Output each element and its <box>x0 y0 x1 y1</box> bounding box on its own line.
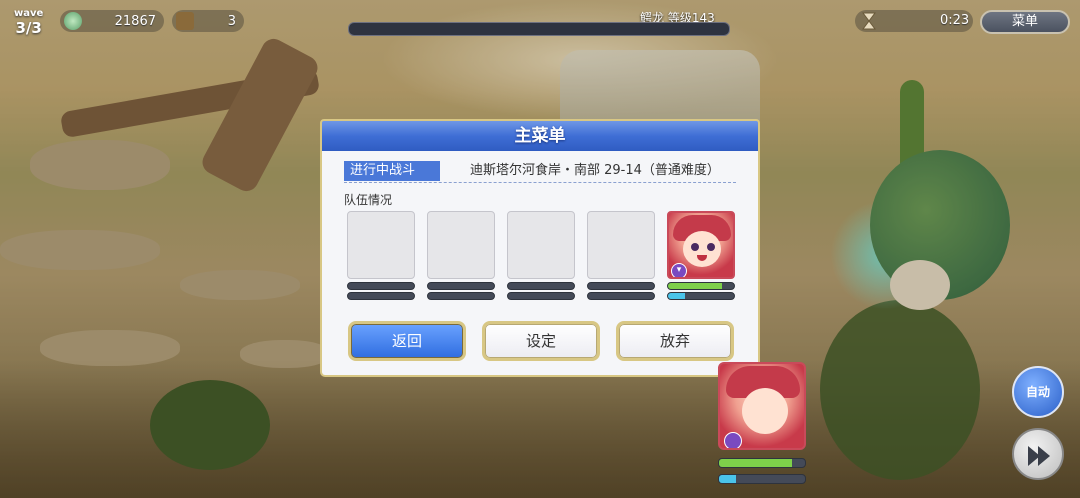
portrait-tp-bar <box>718 474 806 484</box>
hourglass-icon <box>862 12 876 30</box>
fast-forward-button[interactable] <box>1012 428 1064 480</box>
role-badge-icon <box>724 432 742 448</box>
team-slot-empty <box>587 211 655 279</box>
currency-value: 21867 <box>114 13 156 29</box>
character-eye <box>707 243 715 251</box>
battle-in-progress-tag: 进行中战斗 <box>344 161 440 181</box>
chest-icon <box>176 12 194 30</box>
character-portrait[interactable] <box>718 362 806 450</box>
tp-bar <box>347 292 415 300</box>
tp-bar <box>587 292 655 300</box>
wave-indicator: wave 3/3 <box>14 8 43 37</box>
main-menu-dialog: 主菜单 进行中战斗 迪斯塔尔河食岸・南部 29-14（普通难度） 队伍情况 ▾ <box>320 119 760 377</box>
character-face <box>742 388 788 434</box>
item-count: 3 <box>227 13 236 29</box>
hp-bar <box>427 282 495 290</box>
team-slot-empty <box>347 211 415 279</box>
wave-value: 3/3 <box>15 19 42 37</box>
tp-bar-fill <box>668 293 685 299</box>
tp-bar <box>427 292 495 300</box>
wave-label: wave <box>14 8 44 19</box>
hp-bar-fill <box>668 283 723 289</box>
team-status-label: 队伍情况 <box>344 193 393 207</box>
dialog-body: 进行中战斗 迪斯塔尔河食岸・南部 29-14（普通难度） 队伍情况 ▾ 返回 设… <box>320 151 760 377</box>
stage-name: 迪斯塔尔河食岸・南部 29-14（普通难度） <box>470 163 720 178</box>
auto-battle-button[interactable]: 自动 <box>1012 366 1064 418</box>
team-slot-character: ▾ <box>667 211 735 279</box>
portrait-hp-bar <box>718 458 806 468</box>
hp-bar <box>587 282 655 290</box>
tp-bar <box>667 292 735 300</box>
hp-bar <box>667 282 735 290</box>
settings-button[interactable]: 设定 <box>482 321 600 361</box>
menu-button[interactable]: 菜单 <box>980 10 1070 34</box>
currency-pill: 21867 <box>60 10 164 32</box>
role-badge-icon: ▾ <box>671 263 687 277</box>
gem-icon <box>64 12 82 30</box>
item-pill: 3 <box>172 10 244 32</box>
back-button[interactable]: 返回 <box>348 321 466 361</box>
dialog-header: 主菜单 <box>320 119 760 151</box>
battle-timer: 0:23 <box>940 13 970 28</box>
team-slot-empty <box>507 211 575 279</box>
tp-bar-fill <box>719 475 737 483</box>
dialog-title: 主菜单 <box>514 126 566 146</box>
boss-hp-bar <box>348 22 730 36</box>
hp-bar <box>507 282 575 290</box>
fast-forward-icon <box>1038 446 1050 466</box>
give-up-button[interactable]: 放弃 <box>616 321 734 361</box>
tp-bar <box>507 292 575 300</box>
character-face <box>683 231 721 267</box>
divider <box>344 182 736 183</box>
hp-bar-fill <box>719 459 793 467</box>
character-eye <box>691 243 699 251</box>
hp-bar <box>347 282 415 290</box>
team-slot-empty <box>427 211 495 279</box>
